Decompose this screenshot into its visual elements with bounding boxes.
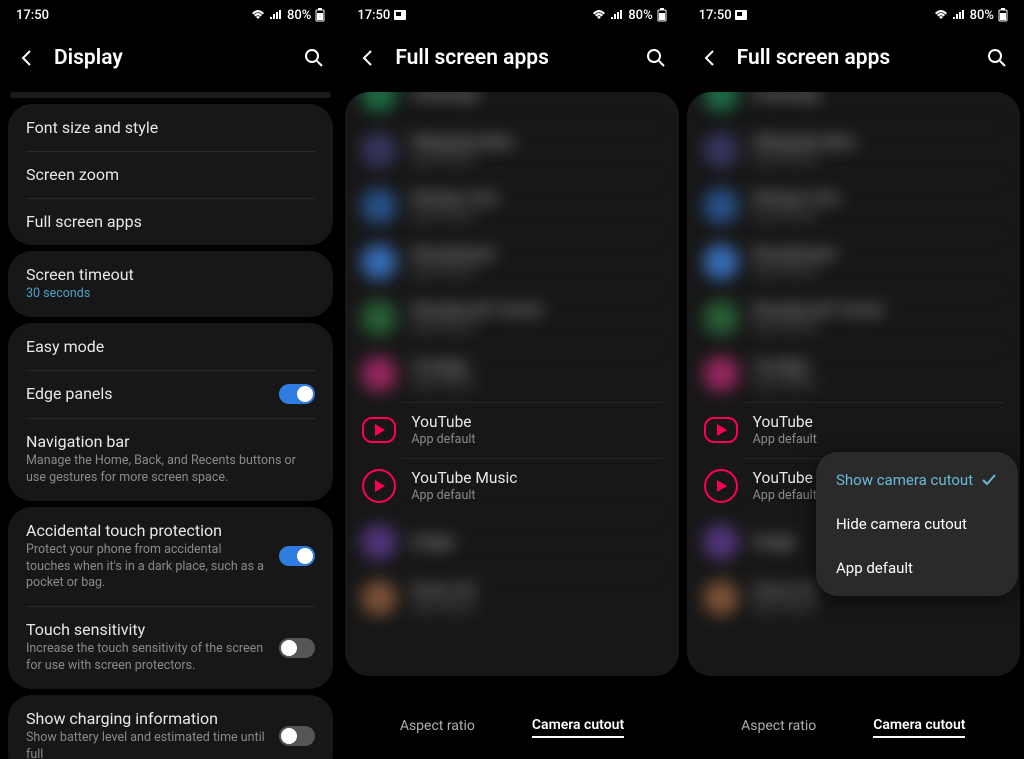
status-bar: 17:50 80% — [341, 0, 682, 30]
app-row-blurred[interactable]: Window OneApp default — [345, 178, 678, 234]
group-charging: Show charging information Show battery l… — [8, 695, 333, 759]
group-modes: Easy mode Edge panels Navigation bar Man… — [8, 323, 333, 501]
wifi-icon — [934, 9, 948, 21]
header: Full screen apps — [683, 30, 1024, 86]
row-accidental-touch[interactable]: Accidental touch protection Protect your… — [8, 507, 333, 607]
signal-icon — [610, 9, 624, 21]
bottom-tabs: Aspect ratio Camera cutout — [683, 707, 1024, 747]
row-touch-sensitivity[interactable]: Touch sensitivity Increase the touch sen… — [8, 606, 333, 689]
popup-item-hide-cutout[interactable]: Hide camera cutout — [816, 502, 1018, 546]
app-row-blurred[interactable]: Wondersoft TunnelApp default — [345, 290, 678, 346]
row-font-size[interactable]: Font size and style — [8, 104, 333, 151]
toggle-accidental-touch[interactable] — [279, 546, 315, 566]
status-icons: 80% — [251, 8, 325, 23]
app-row-blurred[interactable]: whatsapp — [687, 92, 1020, 122]
app-row-youtube[interactable]: YouTubeApp default — [687, 402, 1020, 458]
app-row-blurred[interactable]: Window OneApp default — [687, 178, 1020, 234]
group-display-basic: Font size and style Screen zoom Full scr… — [8, 104, 333, 245]
screenshot-icon — [735, 10, 747, 20]
check-icon — [980, 471, 998, 489]
app-row-blurred[interactable]: Zoom USApp default — [345, 570, 678, 626]
cutout-popup: Show camera cutout Hide camera cutout Ap… — [816, 452, 1018, 596]
battery-percent: 80% — [628, 8, 652, 23]
app-row-blurred[interactable]: Wikipedia BetaApp default — [687, 122, 1020, 178]
panel-display: 17:50 80% Display Font size and style Sc… — [0, 0, 341, 759]
signal-icon — [269, 9, 283, 21]
status-time: 17:50 — [699, 8, 747, 23]
back-icon[interactable] — [699, 47, 721, 69]
group-touch: Accidental touch protection Protect your… — [8, 507, 333, 689]
battery-icon — [998, 8, 1008, 22]
app-row-youtube-music[interactable]: YouTube MusicApp default — [345, 458, 678, 514]
back-icon[interactable] — [16, 47, 38, 69]
page-title: Full screen apps — [395, 46, 628, 70]
screenshot-icon — [394, 10, 406, 20]
search-icon[interactable] — [645, 47, 667, 69]
wifi-icon — [592, 9, 606, 21]
popup-item-show-cutout[interactable]: Show camera cutout — [816, 458, 1018, 502]
row-screen-zoom[interactable]: Screen zoom — [8, 151, 333, 198]
signal-icon — [952, 9, 966, 21]
toggle-edge-panels[interactable] — [279, 384, 315, 404]
row-navigation-bar[interactable]: Navigation bar Manage the Home, Back, an… — [8, 418, 333, 501]
youtube-icon — [704, 417, 738, 443]
status-time: 17:50 — [357, 8, 405, 23]
back-icon[interactable] — [357, 47, 379, 69]
row-charging-info[interactable]: Show charging information Show battery l… — [8, 695, 333, 759]
youtube-icon — [362, 417, 396, 443]
app-row-blurred[interactable]: Wikipedia BetaApp default — [345, 122, 678, 178]
popup-item-app-default[interactable]: App default — [816, 546, 1018, 590]
app-row-blurred[interactable]: YouSignApp default — [345, 346, 678, 402]
app-row-blurred[interactable]: WonderlandApp default — [345, 234, 678, 290]
app-row-youtube[interactable]: YouTubeApp default — [345, 402, 678, 458]
status-icons: 80% — [592, 8, 666, 23]
row-full-screen-apps[interactable]: Full screen apps — [8, 198, 333, 245]
panel-fullscreen-apps-popup: 17:50 80% Full screen apps whatsapp Wiki… — [683, 0, 1024, 759]
youtube-music-icon — [704, 469, 738, 503]
toggle-charging-info[interactable] — [279, 726, 315, 746]
header: Full screen apps — [341, 30, 682, 86]
search-icon[interactable] — [303, 47, 325, 69]
battery-icon — [657, 8, 667, 22]
row-edge-panels[interactable]: Edge panels — [8, 370, 333, 418]
app-row-blurred[interactable]: whatsapp — [345, 92, 678, 122]
status-bar: 17:50 80% — [683, 0, 1024, 30]
toggle-touch-sensitivity[interactable] — [279, 638, 315, 658]
app-row-blurred[interactable]: Wondersoft TunnelApp default — [687, 290, 1020, 346]
tab-aspect-ratio[interactable]: Aspect ratio — [741, 718, 816, 737]
battery-icon — [315, 8, 325, 22]
header: Display — [0, 30, 341, 86]
panel-fullscreen-apps: 17:50 80% Full screen apps whatsapp Wiki… — [341, 0, 682, 759]
status-icons: 80% — [934, 8, 1008, 23]
app-row-blurred[interactable]: YouSignApp default — [687, 346, 1020, 402]
app-row-blurred[interactable]: Zedge — [345, 514, 678, 570]
status-time: 17:50 — [16, 8, 49, 23]
tab-camera-cutout[interactable]: Camera cutout — [532, 717, 624, 738]
scroll-indicator — [10, 92, 331, 98]
page-title: Display — [54, 46, 287, 70]
search-icon[interactable] — [986, 47, 1008, 69]
tab-camera-cutout[interactable]: Camera cutout — [873, 717, 965, 738]
page-title: Full screen apps — [737, 46, 970, 70]
row-easy-mode[interactable]: Easy mode — [8, 323, 333, 370]
group-screen-timeout: Screen timeout 30 seconds — [8, 251, 333, 317]
status-bar: 17:50 80% — [0, 0, 341, 30]
youtube-music-icon — [362, 469, 396, 503]
row-screen-timeout[interactable]: Screen timeout 30 seconds — [8, 251, 333, 317]
wifi-icon — [251, 9, 265, 21]
app-row-blurred[interactable]: WonderlandApp default — [687, 234, 1020, 290]
app-list[interactable]: whatsapp Wikipedia BetaApp default Windo… — [345, 92, 678, 676]
battery-percent: 80% — [287, 8, 311, 23]
bottom-tabs: Aspect ratio Camera cutout — [341, 707, 682, 747]
battery-percent: 80% — [970, 8, 994, 23]
tab-aspect-ratio[interactable]: Aspect ratio — [400, 718, 475, 737]
